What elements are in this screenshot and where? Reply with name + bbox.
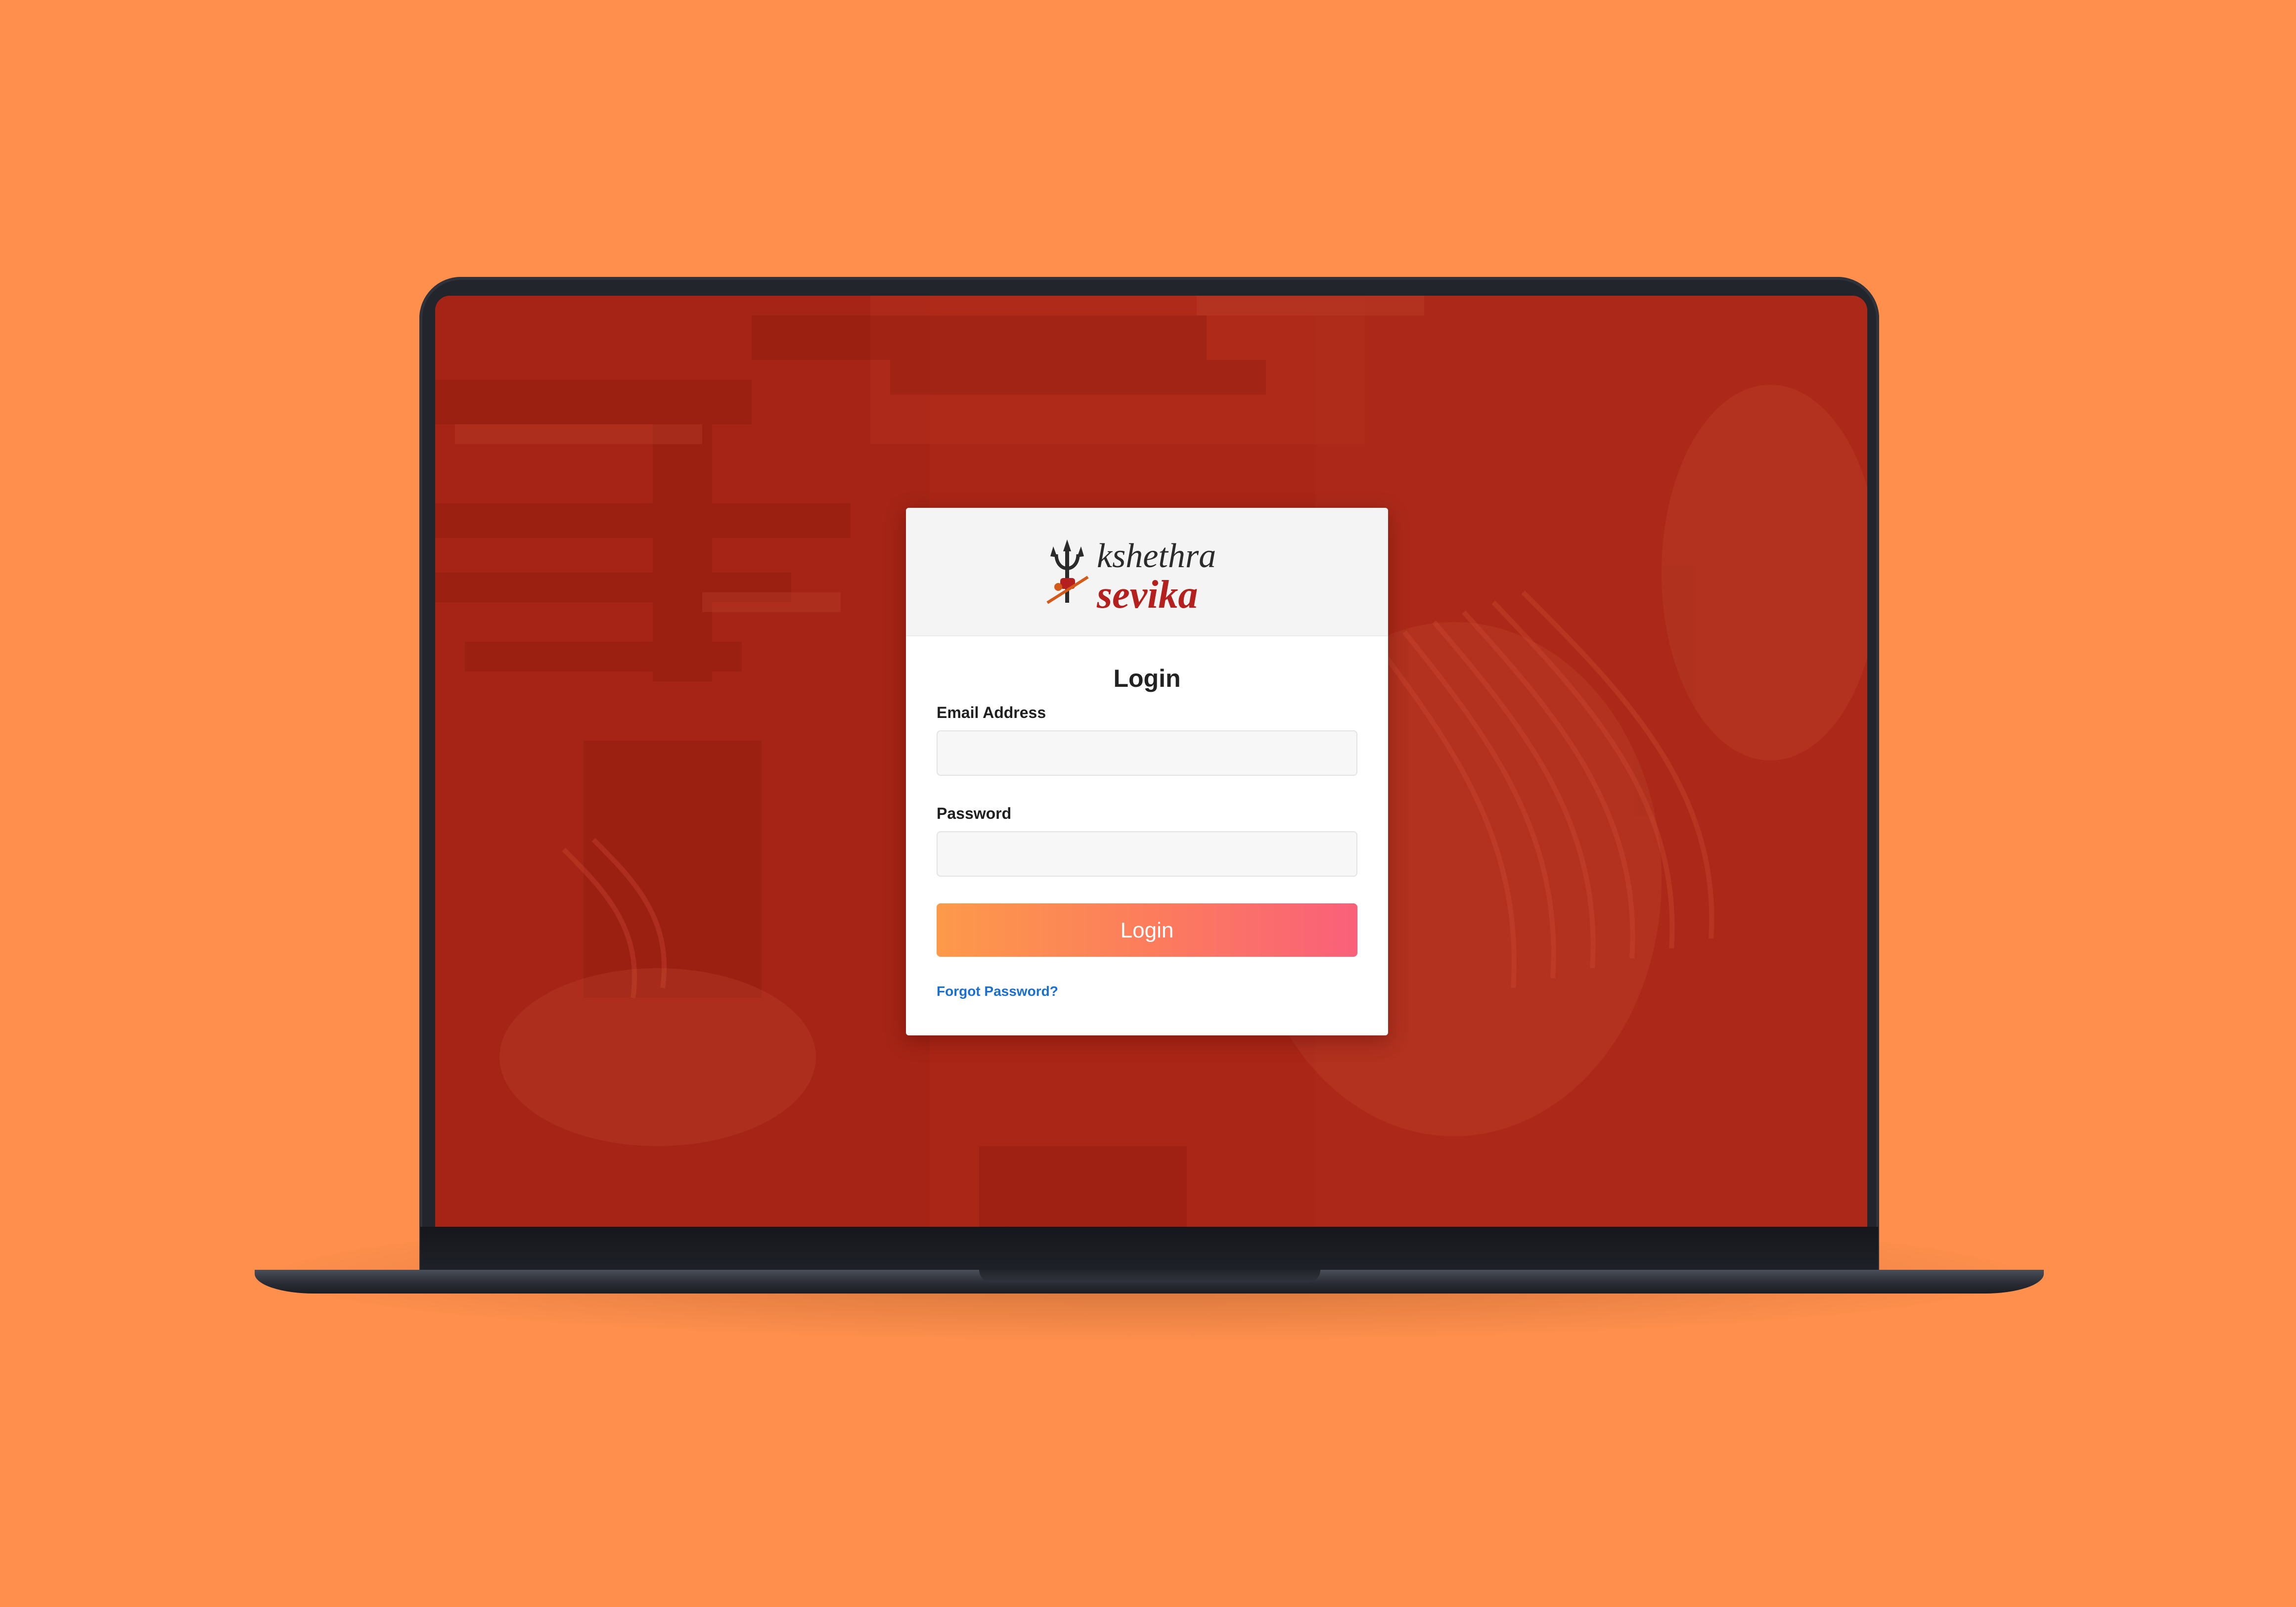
email-input[interactable]	[937, 730, 1357, 776]
email-label: Email Address	[937, 704, 1046, 721]
login-button[interactable]: Login	[937, 903, 1357, 957]
laptop-base-notch	[979, 1270, 1320, 1283]
trishul-icon	[1046, 539, 1089, 604]
forgot-password-link[interactable]: Forgot Password?	[937, 983, 1058, 999]
password-label: Password	[937, 804, 1012, 822]
logo-line1: kshethra	[1097, 537, 1216, 575]
login-title: Login	[1113, 665, 1181, 692]
logo-line2: sevika	[1096, 573, 1198, 617]
password-input[interactable]	[937, 831, 1357, 877]
kshethra-sevika-logo: kshethra sevika	[1046, 537, 1216, 617]
card-header: kshethra sevika	[906, 508, 1388, 636]
screen-bottom-bezel	[420, 1227, 1878, 1271]
login-card: kshethra sevika Login Email Address Pass…	[906, 508, 1388, 1035]
